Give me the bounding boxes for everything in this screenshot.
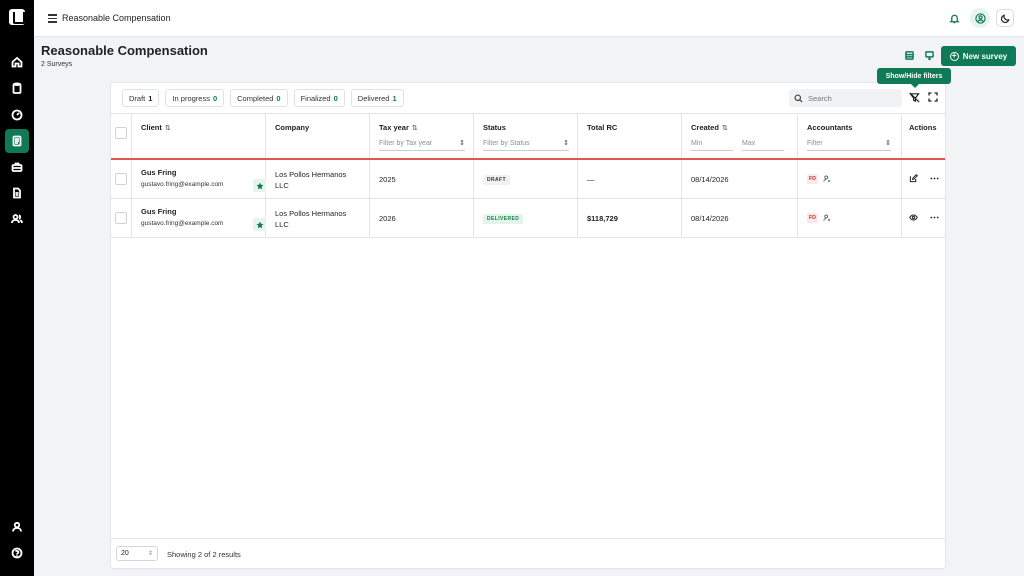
- table-footer: 20 ⇕ Showing 2 of 2 results: [111, 538, 945, 568]
- sort-icon[interactable]: ⇅: [722, 124, 728, 132]
- created-date: 08/14/2026: [691, 214, 729, 223]
- chevron-updown-icon: ⇕: [147, 551, 153, 557]
- tax-year: 2026: [379, 214, 396, 223]
- users-icon[interactable]: [5, 207, 29, 231]
- home-icon[interactable]: [5, 50, 29, 74]
- tab-draft[interactable]: Draft 1: [122, 89, 160, 107]
- plus-circle-icon: +: [949, 51, 959, 61]
- status-tabs: Draft 1 In progress 0 Completed 0 Finalized…: [122, 89, 404, 107]
- select-all-checkbox[interactable]: [115, 127, 127, 139]
- filters-tooltip: Show/Hide filters: [877, 68, 951, 88]
- top-bar: Reasonable Compensation: [34, 0, 1024, 37]
- total-rc: —: [587, 175, 595, 184]
- more-options-icon[interactable]: [930, 174, 939, 183]
- star-icon[interactable]: [253, 179, 266, 192]
- sort-icon[interactable]: ⇅: [412, 124, 418, 132]
- tax-year-filter[interactable]: Filter by Tax year ⇕: [379, 136, 465, 151]
- column-total-rc: Total RC: [587, 123, 618, 132]
- table-row[interactable]: Gus Fring gustavo.fring@example.com Los …: [111, 199, 945, 238]
- surveys-icon[interactable]: [5, 129, 29, 153]
- results-count: Showing 2 of 2 results: [167, 550, 241, 559]
- document-icon[interactable]: [5, 181, 29, 205]
- created-max-input[interactable]: Max: [742, 136, 784, 151]
- tab-completed[interactable]: Completed 0: [230, 89, 288, 107]
- view-eye-icon[interactable]: [909, 213, 918, 222]
- column-accountants: Accountants: [807, 123, 853, 132]
- sort-icon[interactable]: ⇅: [165, 124, 171, 132]
- table-row[interactable]: Gus Fring gustavo.fring@example.com Los …: [111, 160, 945, 199]
- column-tax-year[interactable]: Tax year ⇅: [379, 123, 418, 132]
- add-accountant-icon[interactable]: [823, 214, 831, 222]
- row-checkbox[interactable]: [115, 212, 127, 224]
- status-badge: DRAFT: [483, 175, 510, 185]
- table-header-row: Client ⇅ Company Tax year ⇅ Filter by Tax …: [111, 113, 945, 160]
- tax-year: 2025: [379, 175, 396, 184]
- status-filter[interactable]: Filter by Status ⇕: [483, 136, 569, 151]
- surveys-table-card: Draft 1 In progress 0 Completed 0 Finalized…: [110, 82, 946, 569]
- accountant-avatar[interactable]: FO: [807, 213, 818, 223]
- page-size-select[interactable]: 20 ⇕: [116, 546, 158, 561]
- status-badge: DELIVERED: [483, 214, 524, 224]
- star-icon[interactable]: [253, 218, 266, 231]
- more-options-icon[interactable]: [930, 213, 939, 222]
- bell-icon[interactable]: [944, 8, 964, 28]
- column-status: Status: [483, 123, 506, 132]
- profile-icon[interactable]: [5, 515, 29, 539]
- tab-in-progress[interactable]: In progress 0: [165, 89, 225, 107]
- company-name: Los Pollos Hermanos LLC: [275, 209, 347, 229]
- table-view-icon[interactable]: [905, 51, 914, 60]
- created-min-input[interactable]: Min: [691, 136, 733, 151]
- edit-icon[interactable]: [909, 174, 918, 183]
- briefcase-icon[interactable]: [5, 155, 29, 179]
- presentation-view-icon[interactable]: [925, 51, 934, 60]
- client-name[interactable]: Gus Fring: [141, 168, 176, 177]
- theme-toggle-moon-icon[interactable]: [996, 9, 1014, 27]
- survey-count: 2 Surveys: [41, 61, 73, 68]
- surveys-table: Client ⇅ Company Tax year ⇅ Filter by Tax …: [111, 113, 945, 238]
- column-client[interactable]: Client ⇅: [141, 123, 171, 132]
- created-date: 08/14/2026: [691, 175, 729, 184]
- client-email: gustavo.fring@example.com: [141, 220, 224, 227]
- total-rc: $118,729: [587, 214, 618, 223]
- client-name[interactable]: Gus Fring: [141, 207, 176, 216]
- gauge-icon[interactable]: [5, 103, 29, 127]
- accountant-avatar[interactable]: FO: [807, 174, 818, 184]
- tab-delivered[interactable]: Delivered 1: [350, 89, 404, 107]
- search-icon: [794, 93, 803, 103]
- tab-finalized[interactable]: Finalized 0: [293, 89, 345, 107]
- column-company: Company: [275, 123, 310, 132]
- menu-icon[interactable]: [48, 14, 57, 23]
- fullscreen-icon[interactable]: [928, 92, 938, 102]
- column-created[interactable]: Created ⇅: [691, 123, 728, 132]
- client-email: gustavo.fring@example.com: [141, 181, 224, 188]
- app-title: Reasonable Compensation: [62, 13, 171, 23]
- filter-off-icon[interactable]: [909, 92, 920, 103]
- column-actions: Actions: [909, 123, 937, 132]
- account-icon[interactable]: [970, 8, 990, 28]
- sidebar: [0, 0, 34, 576]
- app-logo[interactable]: [9, 9, 25, 25]
- new-survey-button[interactable]: + New survey: [941, 46, 1016, 66]
- company-name: Los Pollos Hermanos LLC: [275, 170, 347, 190]
- search-input[interactable]: [808, 93, 898, 103]
- search-box: [789, 89, 902, 107]
- clipboard-icon[interactable]: [5, 76, 29, 100]
- accountants-filter[interactable]: Filter ⇕: [807, 136, 891, 151]
- page-title: Reasonable Compensation: [41, 43, 208, 58]
- row-checkbox[interactable]: [115, 173, 127, 185]
- add-accountant-icon[interactable]: [823, 175, 831, 183]
- help-icon[interactable]: [5, 541, 29, 565]
